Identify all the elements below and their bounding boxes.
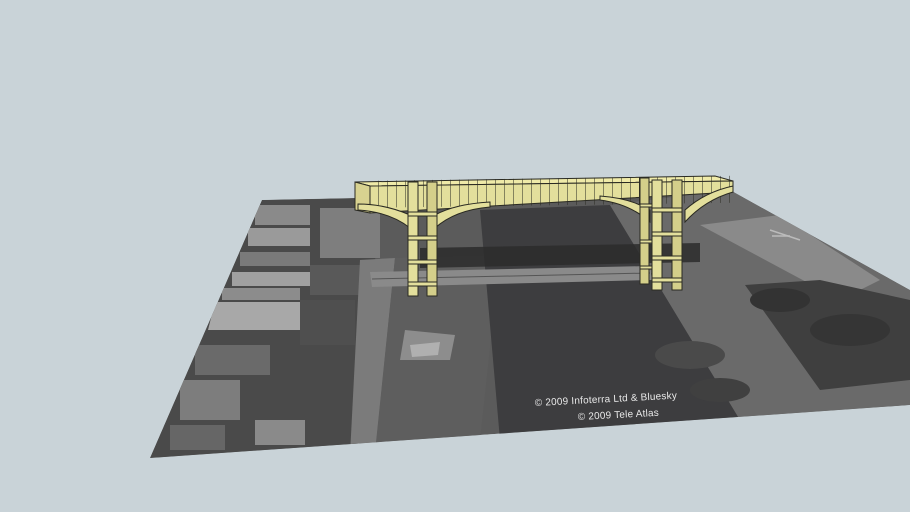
model-viewport: © 2009 Infoterra Ltd & Bluesky © 2009 Te… — [0, 0, 910, 512]
right-tower — [639, 177, 683, 291]
